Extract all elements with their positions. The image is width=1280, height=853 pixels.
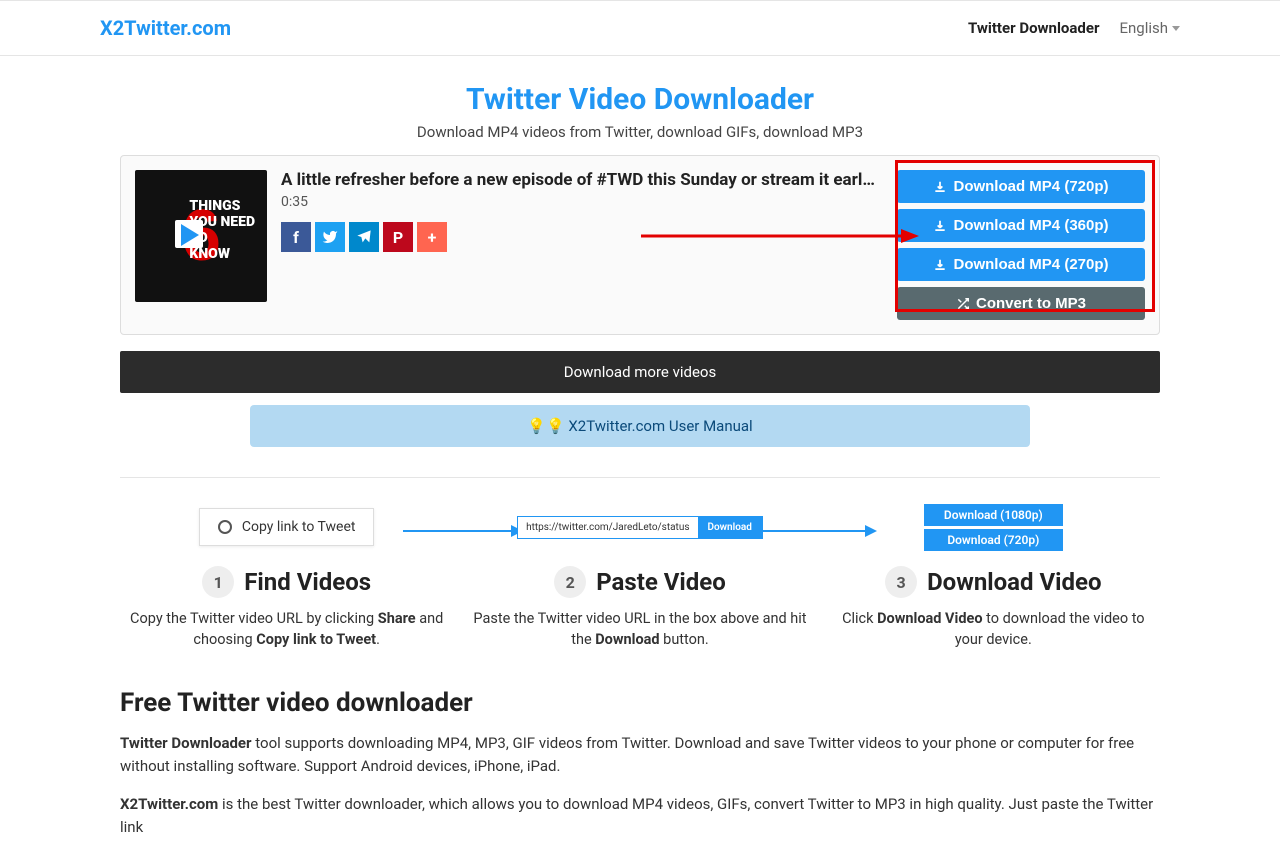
nav-twitter-downloader[interactable]: Twitter Downloader (968, 19, 1100, 37)
share-pinterest-button[interactable]: P (383, 222, 413, 252)
step3-illustration: Download (1080p) Download (720p) (924, 504, 1063, 551)
share-telegram-button[interactable] (349, 222, 379, 252)
download-mp4-270p-button[interactable]: Download MP4 (270p) (897, 248, 1145, 281)
download-column: Download MP4 (720p) Download MP4 (360p) … (897, 170, 1145, 320)
page-title: Twitter Video Downloader (120, 82, 1160, 117)
step-number: 2 (554, 566, 586, 598)
step-description: Copy the Twitter video URL by clicking S… (120, 608, 453, 650)
download-icon (933, 258, 947, 272)
convert-mp3-button[interactable]: Convert to MP3 (897, 287, 1145, 320)
step-1: Copy link to Tweet 1 Find Videos Copy th… (120, 506, 453, 650)
play-icon (181, 224, 199, 246)
step-title: Find Videos (244, 568, 371, 596)
result-card: 6 THINGS YOU NEED TO KNOW A little refre… (120, 155, 1160, 335)
lightbulb-icon: 💡💡 (527, 417, 564, 435)
divider (120, 477, 1160, 478)
social-share-row: f P + (281, 222, 883, 252)
step-description: Click Download Video to download the vid… (827, 608, 1160, 650)
hero-section: Twitter Video Downloader Download MP4 vi… (120, 56, 1160, 155)
step-description: Paste the Twitter video URL in the box a… (473, 608, 806, 650)
language-label: English (1119, 19, 1168, 37)
step-2: https://twitter.com/JaredLeto/status Dow… (473, 506, 806, 650)
download-mp4-360p-button[interactable]: Download MP4 (360p) (897, 209, 1145, 242)
download-icon (933, 180, 947, 194)
link-icon (215, 517, 235, 537)
step-title: Paste Video (596, 568, 726, 596)
video-title: A little refresher before a new episode … (281, 170, 883, 190)
language-selector[interactable]: English (1119, 19, 1180, 37)
step-3: Download (1080p) Download (720p) 3 Downl… (827, 506, 1160, 650)
share-twitter-button[interactable] (315, 222, 345, 252)
step2-illustration: https://twitter.com/JaredLeto/status Dow… (517, 516, 763, 539)
download-icon (933, 219, 947, 233)
step1-illustration: Copy link to Tweet (199, 508, 375, 546)
video-info: A little refresher before a new episode … (281, 170, 883, 320)
download-more-button[interactable]: Download more videos (120, 351, 1160, 393)
site-logo[interactable]: X2Twitter.com (100, 16, 231, 40)
user-manual-button[interactable]: 💡💡 X2Twitter.com User Manual (250, 405, 1030, 447)
share-more-button[interactable]: + (417, 222, 447, 252)
steps-row: Copy link to Tweet 1 Find Videos Copy th… (120, 506, 1160, 650)
step-title: Download Video (927, 568, 1102, 596)
article-heading: Free Twitter video downloader (120, 688, 1160, 718)
step-number: 3 (885, 566, 917, 598)
chevron-down-icon (1172, 26, 1180, 31)
article-section: Free Twitter video downloader Twitter Do… (120, 688, 1160, 839)
video-duration: 0:35 (281, 194, 883, 210)
download-mp4-720p-button[interactable]: Download MP4 (720p) (897, 170, 1145, 203)
share-facebook-button[interactable]: f (281, 222, 311, 252)
step-number: 1 (202, 566, 234, 598)
page-subtitle: Download MP4 videos from Twitter, downlo… (120, 123, 1160, 141)
video-thumbnail[interactable]: 6 THINGS YOU NEED TO KNOW (135, 170, 267, 302)
shuffle-icon (956, 297, 970, 311)
top-navbar: X2Twitter.com Twitter Downloader English (0, 0, 1280, 56)
article-paragraph: Twitter Downloader tool supports downloa… (120, 732, 1160, 779)
